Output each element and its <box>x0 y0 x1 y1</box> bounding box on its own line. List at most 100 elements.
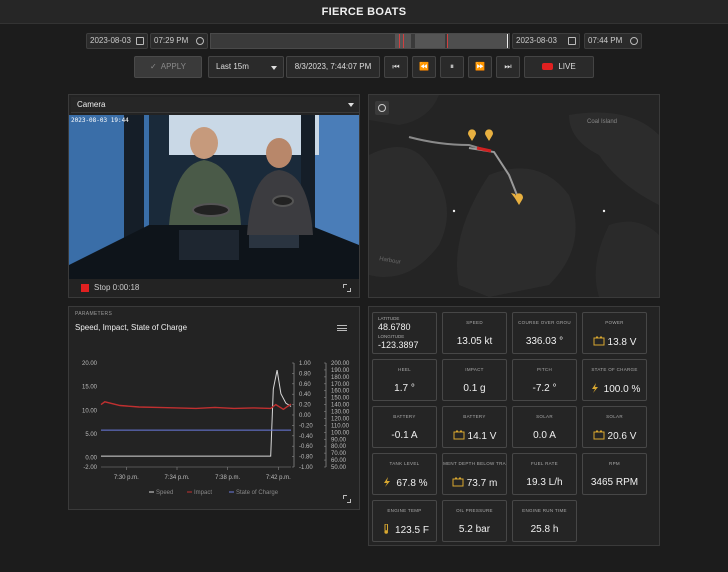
fullscreen-icon[interactable] <box>343 284 351 292</box>
telemetry-value-text: 5.2 bar <box>458 524 491 535</box>
start-time-input[interactable]: 07:29 PM <box>150 33 208 49</box>
map-view[interactable]: Coal Island Harbour <box>369 95 659 297</box>
tertiary-axis-tick-label: 50.00 <box>331 465 347 471</box>
telemetry-tile: FUEL RATE 19.3 L/h <box>512 453 577 495</box>
camera-select-value: Camera <box>77 100 106 109</box>
timestamp-value: 8/3/2023, 7:44:07 PM <box>294 62 372 71</box>
telemetry-value-text: 19.3 L/h <box>526 477 563 488</box>
telemetry-label: IMPACT <box>465 367 484 372</box>
tertiary-axis-tick-label: 150.00 <box>331 396 350 402</box>
telemetry-value-text: 13.8 V <box>607 337 637 348</box>
telemetry-tile: BATTERY 14.1 V <box>442 406 507 448</box>
telemetry-value: 0.0 A <box>513 430 576 441</box>
tertiary-axis-tick-label: 170.00 <box>331 382 350 388</box>
calendar-icon[interactable] <box>136 37 144 45</box>
calendar-icon[interactable] <box>568 37 576 45</box>
tertiary-axis-tick-label: 140.00 <box>331 403 350 409</box>
telemetry-label: RPM <box>609 461 620 466</box>
menu-icon[interactable] <box>337 325 347 331</box>
telemetry-value: 123.5 F <box>373 523 436 536</box>
start-time-value: 07:29 PM <box>154 36 189 45</box>
series-line-speed <box>101 370 292 457</box>
camera-select[interactable]: Camera <box>71 97 359 113</box>
map-panel: Coal Island Harbour <box>368 94 660 298</box>
telemetry-label: OIL PRESSURE <box>456 508 493 513</box>
longitude-value: -123.3897 <box>378 340 419 350</box>
telemetry-tile: SOLAR 20.6 V <box>582 406 647 448</box>
pause-button[interactable]: ⏸ <box>440 56 464 78</box>
parameters-panel: PARAMETERS Speed, Impact, State of Charg… <box>68 306 360 510</box>
clock-icon[interactable] <box>196 37 204 45</box>
coordinates-tile: LATITUDE 48.6780 LONGITUDE -123.3897 <box>372 312 437 354</box>
rewind-button[interactable]: ⏪ <box>412 56 436 78</box>
tertiary-axis-tick-label: 110.00 <box>331 423 350 429</box>
secondary-axis-tick-label: -0.40 <box>299 434 313 440</box>
telemetry-tile: ENGINE TEMP 123.5 F <box>372 500 437 542</box>
telemetry-tile: ENGINE RUN TIME 25.8 h <box>512 500 577 542</box>
tertiary-axis-tick-label: 190.00 <box>331 368 350 374</box>
telemetry-value: 336.03 ° <box>513 336 576 347</box>
telemetry-value: -7.2 ° <box>513 383 576 394</box>
recenter-button[interactable] <box>375 101 389 115</box>
secondary-axis-tick-label: 0.00 <box>299 413 311 419</box>
timeline-playhead[interactable] <box>507 34 508 48</box>
camera-footer: Stop 0:00:18 <box>69 280 359 296</box>
y-axis-tick-label: 10.00 <box>82 408 98 414</box>
telemetry-value-text: 67.8 % <box>396 478 428 489</box>
end-time-value: 07:44 PM <box>588 36 623 45</box>
legend-label: Impact <box>194 490 212 496</box>
end-date-input[interactable]: 2023-08-03 <box>512 33 580 49</box>
telemetry-value-text: 0.0 A <box>533 430 556 441</box>
tertiary-axis-tick-label: 200.00 <box>331 361 350 367</box>
telemetry-value: 13.05 kt <box>443 336 506 347</box>
telemetry-value-text: -7.2 ° <box>532 383 557 394</box>
clock-icon[interactable] <box>630 37 638 45</box>
telemetry-value-text: 0.1 g <box>463 383 486 394</box>
telemetry-label: POWER <box>605 320 624 325</box>
live-button[interactable]: LIVE <box>524 56 594 78</box>
range-select[interactable]: Last 15m <box>208 56 284 78</box>
y-axis-tick-label: 15.00 <box>82 385 98 391</box>
series-line-impact <box>100 401 292 411</box>
telemetry-tile: HEEL 1.7 ° <box>372 359 437 401</box>
apply-button[interactable]: ✓ APPLY <box>134 56 202 78</box>
latitude-value: 48.6780 <box>378 322 411 332</box>
tertiary-axis-tick-label: 120.00 <box>331 416 350 422</box>
skip-to-end-button[interactable]: ⏭ <box>496 56 520 78</box>
x-axis-tick-label: 7:38 p.m. <box>215 475 240 481</box>
end-time-input[interactable]: 07:44 PM <box>584 33 642 49</box>
tertiary-axis-tick-label: 80.00 <box>331 444 347 450</box>
telemetry-value: 3465 RPM <box>583 477 646 488</box>
telemetry-label: SPEED <box>466 320 483 325</box>
timeline-marker <box>399 34 400 48</box>
telemetry-tile: BATTERY -0.1 A <box>372 406 437 448</box>
camera-feed[interactable]: 2023-08-03 19:44 <box>69 115 359 279</box>
telemetry-value-text: 336.03 ° <box>525 336 564 347</box>
timeline-scrubber[interactable] <box>210 33 510 49</box>
telemetry-tile: RPM 3465 RPM <box>582 453 647 495</box>
parameters-chart: 20.00 15.00 10.00 5.00 0.00 -2.00 1.00 0.80 0.60… <box>82 361 350 496</box>
telemetry-value-text: 1.7 ° <box>394 383 415 394</box>
telemetry-label: COURSE OVER GROU <box>518 320 571 325</box>
fullscreen-icon[interactable] <box>343 495 351 503</box>
skip-start-icon: ⏮ <box>392 62 400 71</box>
battery-icon <box>593 336 605 346</box>
secondary-axis-tick-label: -1.00 <box>299 465 313 471</box>
secondary-axis-tick-label: 1.00 <box>299 361 311 367</box>
fast-forward-icon: ⏩ <box>475 62 485 71</box>
live-label: LIVE <box>558 62 576 71</box>
telemetry-tile: STATE OF CHARGE 100.0 % <box>582 359 647 401</box>
fast-forward-button[interactable]: ⏩ <box>468 56 492 78</box>
secondary-axis-tick-label: 0.80 <box>299 371 311 377</box>
y-axis-tick-label: 20.00 <box>82 361 98 367</box>
live-indicator-icon <box>542 63 554 70</box>
telemetry-label: SOLAR <box>536 414 553 419</box>
start-date-input[interactable]: 2023-08-03 <box>86 33 148 49</box>
app-title: FIERCE BOATS <box>321 6 407 18</box>
time-range-bar: 2023-08-03 07:29 PM 2023-08-03 07:44 PM <box>86 33 642 49</box>
telemetry-label: FUEL RATE <box>531 461 558 466</box>
skip-to-start-button[interactable]: ⏮ <box>384 56 408 78</box>
telemetry-value: 13.8 V <box>583 336 646 348</box>
telemetry-value: -0.1 A <box>373 430 436 441</box>
stop-recording-icon[interactable] <box>81 284 89 292</box>
